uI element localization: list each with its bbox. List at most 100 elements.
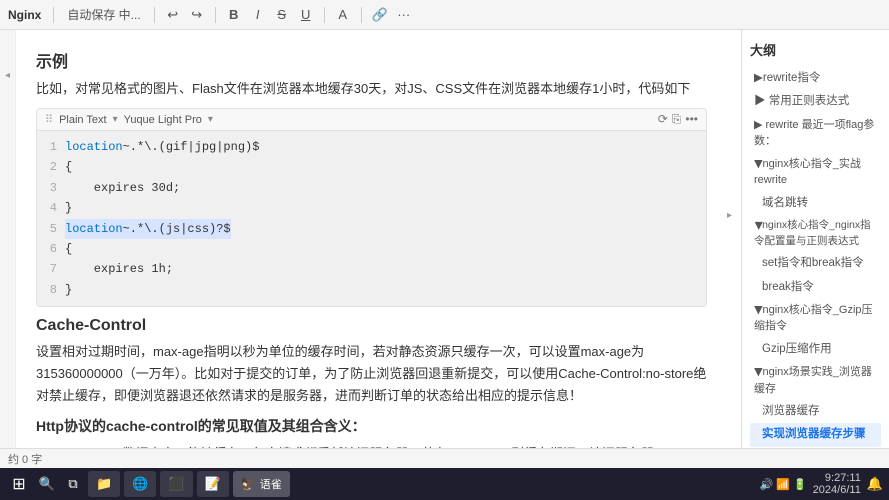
outline-item-regex[interactable]: ▶ 常用正则表达式 <box>750 90 881 113</box>
outline-item-break[interactable]: break指令 <box>750 276 881 299</box>
app-file-icon: 📁 <box>96 476 112 492</box>
underline-icon[interactable]: U <box>296 5 316 25</box>
code-line-7: expires 1h; <box>65 259 698 279</box>
http-list: no-cache：数据内容不能被缓存，每次请求都重新访问服务器，若有max-ag… <box>56 442 707 449</box>
outline-expand-flag: ▶ <box>754 119 766 131</box>
code-line-2: { <box>65 157 698 177</box>
outline-expand-core: ▶ <box>750 160 767 168</box>
code-drag-handle[interactable]: ⠿ <box>45 113 53 126</box>
cache-control-heading: Cache-Control <box>36 317 707 335</box>
word-count: 约 0 字 <box>8 451 42 467</box>
time-display: 9:27:11 <box>813 472 861 484</box>
outline-item-nginx-set[interactable]: ▶ nginx核心指令_nginx指令配置量与正则表达式 <box>750 215 881 253</box>
italic-icon[interactable]: I <box>248 5 268 25</box>
toolbar-separator2 <box>154 7 155 23</box>
strikethrough-icon[interactable]: S <box>272 5 292 25</box>
taskbar-app-yuque[interactable]: 🦅 语雀 <box>233 471 290 497</box>
code-copy-icon[interactable]: ⎘ <box>672 112 682 127</box>
taskbar-app-browser[interactable]: 🌐 <box>124 471 156 497</box>
outline-expand-regex: ▶ <box>754 95 769 107</box>
example-body: 比如，对常见格式的图片、Flash文件在浏览器本地缓存30天，对JS、CSS文件… <box>36 78 707 100</box>
list-item-nocache-text: no-cache：数据内容不能被缓存，每次请求都重新访问服务器，若有max-ag… <box>56 446 654 449</box>
outline-item-rewrite[interactable]: ▶ rewrite指令 <box>750 67 881 90</box>
outline-item-browser-cache-sub[interactable]: 浏览器缓存 <box>750 400 881 423</box>
font-color-icon[interactable]: A <box>333 5 353 25</box>
autosave-label: 自动保存 中... <box>62 4 145 25</box>
outline-item-flag[interactable]: ▶ rewrite 最近一项flag参数： <box>750 114 881 153</box>
toolbar-separator3 <box>215 7 216 23</box>
content-area: 示例 比如，对常见格式的图片、Flash文件在浏览器本地缓存30天，对JS、CS… <box>16 30 727 448</box>
outline-item-cache-control[interactable]: Cache-Control <box>750 447 881 449</box>
app-yuque-label: 语雀 <box>260 476 282 492</box>
code-line-5: location ~.*\.(js|css)?$ <box>65 219 698 239</box>
taskbar-app-terminal[interactable]: ⬛ <box>160 471 192 497</box>
outline-item-implement-cache[interactable]: 实现浏览器缓存步骤 <box>750 423 881 446</box>
code-content[interactable]: location ~.*\.(gif|jpg|png)$ { expires 3… <box>65 137 698 300</box>
undo-icon[interactable]: ↩ <box>163 5 183 25</box>
taskbar-app-notepad[interactable]: 📝 <box>197 471 229 497</box>
left-toggle-icon: ◂ <box>5 70 10 81</box>
outline-item-browser-cache[interactable]: ▶ nginx场景实践_浏览器缓存 <box>750 361 881 400</box>
code-more-icon[interactable]: ••• <box>685 112 698 127</box>
code-block-container: ⠿ Plain Text ▾ Yuque Light Pro ▾ ⟳ ⎘ •••… <box>36 108 707 307</box>
brand-label: Nginx <box>8 8 41 22</box>
link-icon[interactable]: 🔗 <box>370 5 390 25</box>
outline-item-gzip[interactable]: ▶ nginx核心指令_Gzip压缩指令 <box>750 299 881 338</box>
code-refresh-icon[interactable]: ⟳ <box>658 112 668 127</box>
bold-icon[interactable]: B <box>224 5 244 25</box>
outline-title: 大纲 <box>750 40 881 59</box>
cache-control-body: 设置相对过期时间，max-age指明以秒为单位的缓存时间，若对静态资源只缓存一次… <box>36 341 707 407</box>
code-block-header: ⠿ Plain Text ▾ Yuque Light Pro ▾ ⟳ ⎘ ••• <box>37 109 706 131</box>
date-display: 2024/6/11 <box>813 484 861 496</box>
sidebar-expand-btn[interactable]: ▸ <box>727 210 732 221</box>
taskbar-time[interactable]: 9:27:11 2024/6/11 <box>813 472 861 496</box>
main-layout: ◂ 示例 比如，对常见格式的图片、Flash文件在浏览器本地缓存30天，对JS、… <box>0 30 889 448</box>
task-view-icon[interactable]: ⧉ <box>62 473 84 495</box>
code-theme-selector[interactable]: Yuque Light Pro <box>124 114 202 126</box>
taskbar-app-file[interactable]: 📁 <box>88 471 120 497</box>
toolbar: Nginx 自动保存 中... ↩ ↪ B I S U A 🔗 ··· <box>0 0 889 30</box>
code-line-8: } <box>65 280 698 300</box>
code-line-1: location ~.*\.(gif|jpg|png)$ <box>65 137 698 157</box>
example-heading: 示例 <box>36 48 707 72</box>
outline-item-nginx-core[interactable]: ▶ nginx核心指令_实战rewrite <box>750 153 881 192</box>
http-heading: Http协议的cache-control的常见取值及其组合含义： <box>36 416 707 436</box>
toolbar-separator4 <box>324 7 325 23</box>
system-icons: 🔊 📶 🔋 <box>759 478 806 491</box>
start-icon: ⊞ <box>12 474 25 494</box>
outline-expand-browser-cache: ▶ <box>750 368 767 376</box>
toolbar-separator <box>53 7 54 23</box>
code-line-3: expires 30d; <box>65 178 698 198</box>
lang-dropdown-icon[interactable]: ▾ <box>113 114 118 125</box>
outline-item-domain[interactable]: 域名跳转 <box>750 192 881 215</box>
outline-expand-set: ▶ <box>750 222 766 230</box>
bottom-bar: 约 0 字 <box>0 448 889 468</box>
outline-item-set-break[interactable]: set指令和break指令 <box>750 252 881 275</box>
code-header-left: ⠿ Plain Text ▾ Yuque Light Pro ▾ <box>45 113 213 126</box>
outline-section: ▶ rewrite指令 ▶ 常用正则表达式 ▶ rewrite 最近一项flag… <box>750 67 881 448</box>
code-lang-selector[interactable]: Plain Text <box>59 114 107 126</box>
list-item-nocache: no-cache：数据内容不能被缓存，每次请求都重新访问服务器，若有max-ag… <box>56 442 707 449</box>
toolbar-separator5 <box>361 7 362 23</box>
app-notepad-icon: 📝 <box>205 476 221 492</box>
code-body: 12345678 location ~.*\.(gif|jpg|png)$ { … <box>37 131 706 306</box>
outline-expand-gzip: ▶ <box>750 306 767 314</box>
code-line-6: { <box>65 239 698 259</box>
app-browser-icon: 🌐 <box>132 476 148 492</box>
notification-icon[interactable]: 🔔 <box>867 476 883 492</box>
outline-expand-rewrite: ▶ <box>754 70 763 87</box>
more-icon[interactable]: ··· <box>394 5 414 25</box>
taskbar-right: 🔊 📶 🔋 9:27:11 2024/6/11 🔔 <box>759 472 883 496</box>
app-yuque-icon: 🦅 <box>241 477 256 491</box>
outline-item-gzip-use[interactable]: Gzip压缩作用 <box>750 338 881 361</box>
left-panel-toggle[interactable]: ◂ <box>0 30 16 448</box>
line-numbers: 12345678 <box>37 137 65 300</box>
taskbar: ⊞ 🔍 ⧉ 📁 🌐 ⬛ 📝 🦅 语雀 🔊 📶 🔋 9:27:11 2024/6/… <box>0 468 889 500</box>
code-line-4: } <box>65 198 698 218</box>
redo-icon[interactable]: ↪ <box>187 5 207 25</box>
right-sidebar: 大纲 ▶ rewrite指令 ▶ 常用正则表达式 ▶ rewrite 最近一项f… <box>741 30 889 448</box>
theme-dropdown-icon[interactable]: ▾ <box>208 114 213 125</box>
search-taskbar-icon[interactable]: 🔍 <box>36 473 58 495</box>
app-terminal-icon: ⬛ <box>168 476 184 492</box>
start-button[interactable]: ⊞ <box>6 471 32 497</box>
